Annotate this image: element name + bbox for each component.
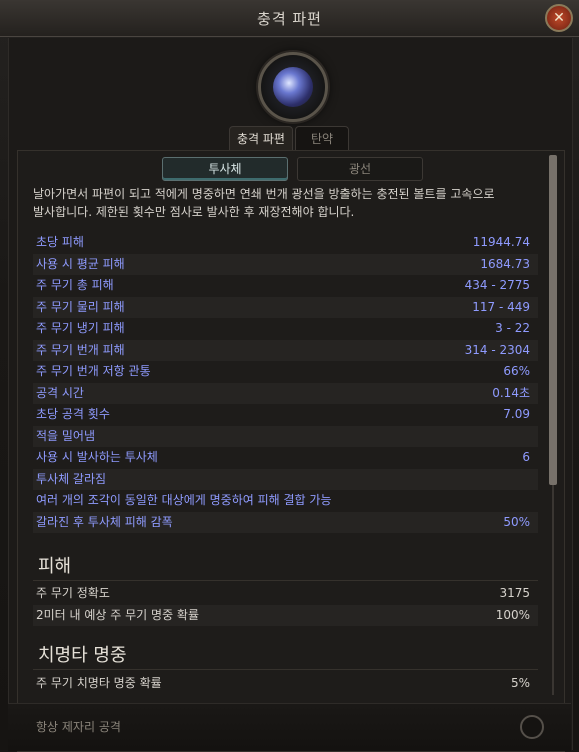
stat-row: 적을 밀어냄 <box>33 425 538 447</box>
stat-row: 투사체 갈라짐 <box>33 468 538 490</box>
stat-value: 1684.73 <box>480 256 530 271</box>
section-title-damage: 피해 <box>38 556 72 577</box>
stat-row: 2미터 내 예상 주 무기 명중 확률 100% <box>33 604 538 626</box>
stat-row: 공격 시간 0.14초 <box>33 382 538 404</box>
subtab-projectile-label: 투사체 <box>208 162 242 176</box>
tab-skill[interactable]: 충격 파편 <box>229 126 293 151</box>
stat-label: 갈라진 후 투사체 피해 감폭 <box>36 514 173 529</box>
tab-ammo[interactable]: 탄약 <box>295 126 349 151</box>
stat-value: 5% <box>510 676 530 690</box>
stat-row: 주 무기 번개 피해 314 - 2304 <box>33 339 538 361</box>
stat-label: 주 무기 냉기 피해 <box>36 321 125 335</box>
stat-label: 2미터 내 예상 주 무기 명중 확률 <box>36 607 200 622</box>
description-line-1: 날아가면서 파편이 되고 적에게 명중하면 연쇄 번개 광선을 방출하는 충전된… <box>33 187 495 201</box>
damage-stats-list: 주 무기 정확도 3175 2미터 내 예상 주 무기 명중 확률 100% <box>33 583 538 626</box>
stat-label: 사용 시 발사하는 투사체 <box>36 450 158 464</box>
stat-label: 투사체 갈라짐 <box>36 471 107 486</box>
stat-value: 11944.74 <box>472 235 530 249</box>
stat-label: 사용 시 평균 피해 <box>36 256 125 271</box>
crit-stats-list: 주 무기 치명타 명중 확률 5% <box>33 673 538 695</box>
stat-label: 주 무기 치명타 명중 확률 <box>36 676 162 690</box>
stats-list: 초당 피해 11944.74 사용 시 평균 피해 1684.73 주 무기 총 피… <box>33 232 538 533</box>
stat-label: 초당 피해 <box>36 235 84 249</box>
stats-scrollbar[interactable] <box>549 155 557 695</box>
stat-value: 6 <box>522 450 530 464</box>
stat-label: 주 무기 번개 피해 <box>36 342 125 357</box>
stat-label: 주 무기 총 피해 <box>36 278 114 292</box>
title-bar: 충격 파편 ✕ <box>0 0 579 37</box>
stat-value: 0.14초 <box>492 385 530 400</box>
stat-row: 주 무기 냉기 피해 3 - 22 <box>33 318 538 340</box>
close-button[interactable]: ✕ <box>545 4 573 32</box>
skill-description: 날아가면서 파편이 되고 적에게 명중하면 연쇄 번개 광선을 방출하는 충전된… <box>33 185 538 221</box>
stat-label: 적을 밀어냄 <box>36 428 96 443</box>
stat-label: 여러 개의 조각이 동일한 대상에게 명중하여 피해 결합 가능 <box>36 493 332 507</box>
section-divider <box>33 580 538 581</box>
stat-label: 초당 공격 횟수 <box>36 407 110 421</box>
gem-core-icon <box>273 67 313 107</box>
description-line-2: 발사합니다. 제한된 횟수만 점사로 발사한 후 재장전해야 합니다. <box>33 205 355 219</box>
stat-row: 초당 피해 11944.74 <box>33 232 538 254</box>
stat-row: 주 무기 번개 저항 관통 66% <box>33 361 538 383</box>
stat-value: 7.09 <box>503 407 530 421</box>
stat-row: 사용 시 발사하는 투사체 6 <box>33 447 538 469</box>
window-title: 충격 파편 <box>257 10 322 28</box>
stat-row: 사용 시 평균 피해 1684.73 <box>33 253 538 275</box>
stat-label: 공격 시간 <box>36 385 84 400</box>
stat-value: 434 - 2775 <box>464 278 530 292</box>
subtab-projectile[interactable]: 투사체 <box>162 157 288 181</box>
stat-row: 주 무기 총 피해 434 - 2775 <box>33 275 538 297</box>
stat-value: 314 - 2304 <box>464 342 530 357</box>
subtab-beam-label: 광선 <box>348 162 372 176</box>
stat-row: 주 무기 물리 피해 117 - 449 <box>33 296 538 318</box>
scroll-thumb[interactable] <box>549 155 557 485</box>
stat-value: 117 - 449 <box>472 299 530 314</box>
stat-value: 66% <box>503 364 530 378</box>
stat-value: 50% <box>503 514 530 529</box>
always-attack-in-place-label: 항상 제자리 공격 <box>36 720 121 734</box>
tab-skill-label: 충격 파편 <box>237 132 285 146</box>
stat-label: 주 무기 번개 저항 관통 <box>36 364 151 378</box>
stat-row: 주 무기 치명타 명중 확률 5% <box>33 673 538 695</box>
stat-row: 초당 공격 횟수 7.09 <box>33 404 538 426</box>
stat-row: 여러 개의 조각이 동일한 대상에게 명중하여 피해 결합 가능 <box>33 490 538 512</box>
stat-value: 3 - 22 <box>495 321 530 335</box>
stat-value: 100% <box>495 607 530 622</box>
section-divider <box>33 669 538 670</box>
stat-label: 주 무기 물리 피해 <box>36 299 125 314</box>
tab-ammo-label: 탄약 <box>310 132 334 146</box>
stat-label: 주 무기 정확도 <box>36 586 110 600</box>
subtab-beam[interactable]: 광선 <box>297 157 423 181</box>
skill-gem-icon[interactable] <box>258 52 328 122</box>
stat-value: 3175 <box>499 586 530 600</box>
section-title-crit: 치명타 명중 <box>38 645 127 666</box>
stat-row: 갈라진 후 투사체 피해 감폭 50% <box>33 511 538 533</box>
close-icon: ✕ <box>553 10 565 26</box>
always-attack-in-place-toggle[interactable] <box>520 715 544 739</box>
footer-bar: 항상 제자리 공격 <box>8 703 571 751</box>
stat-row: 주 무기 정확도 3175 <box>33 583 538 605</box>
